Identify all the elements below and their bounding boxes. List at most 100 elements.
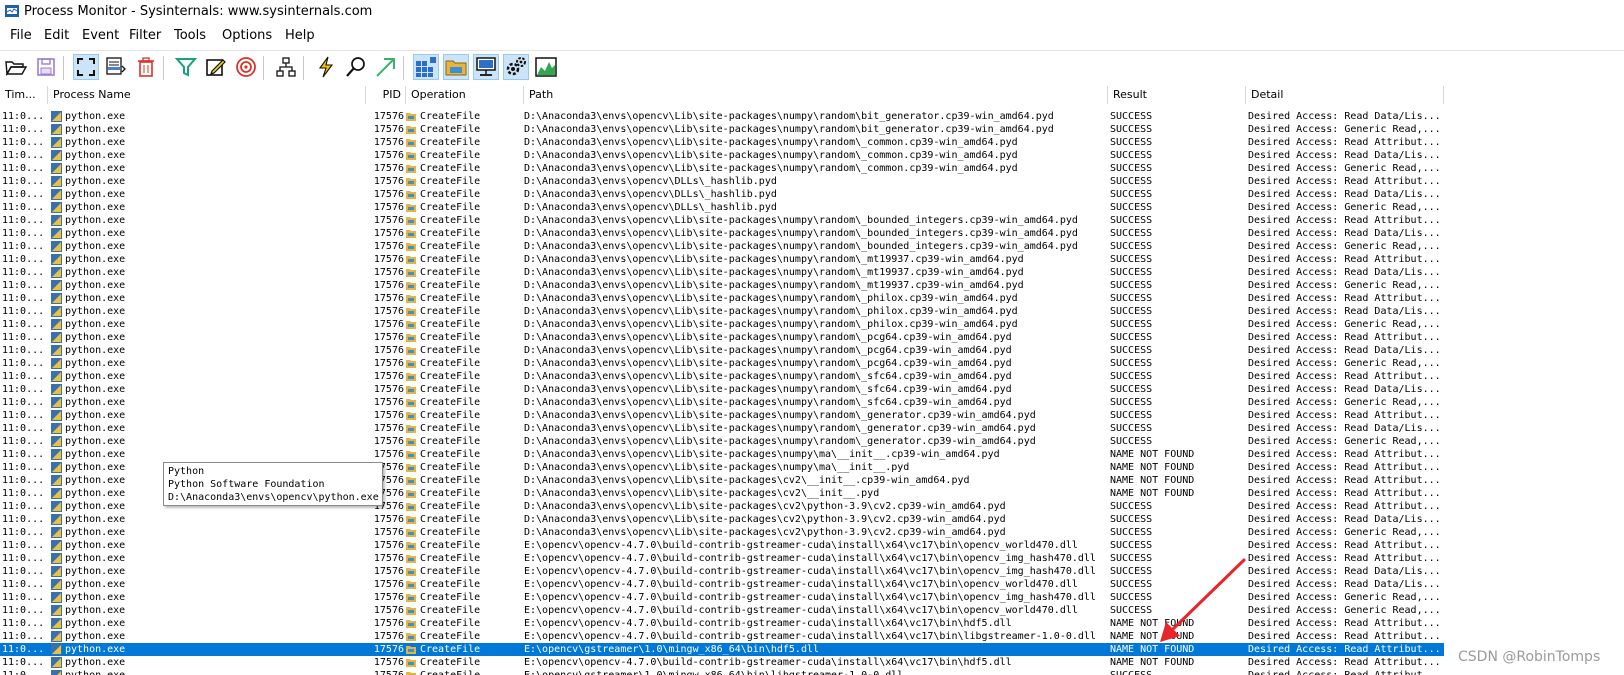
capture-icon[interactable] — [73, 54, 99, 80]
event-row[interactable]: 11:0...python.exe17576CreateFileE:\openc… — [0, 591, 1444, 604]
event-row[interactable]: 11:0... python.exe 17576 CreateFile D:\Anaco… — [0, 292, 1444, 305]
cell-operation: CreateFile — [420, 566, 481, 577]
cell-process-name: python.exe — [65, 124, 126, 135]
event-row[interactable]: 11:0... python.exe 17576 CreateFile D:\Anaco… — [0, 396, 1444, 409]
profiling-events-icon[interactable] — [533, 54, 559, 80]
cell-path: E:\opencv\opencv-4.7.0\build-contrib-gst… — [524, 618, 1012, 629]
cell-result: SUCCESS — [1110, 436, 1153, 447]
event-row[interactable]: 11:0...python.exe17576CreateFileE:\openc… — [0, 604, 1444, 617]
include-process-icon[interactable] — [233, 54, 259, 80]
save-icon[interactable] — [33, 54, 59, 80]
cell-process-name: python.exe — [65, 163, 126, 174]
event-row[interactable]: 11:0...python.exe17576CreateFileE:\openc… — [0, 578, 1444, 591]
event-row[interactable]: 11:0... python.exe 17576 CreateFile D:\Anaco… — [0, 435, 1444, 448]
file-operation-icon — [406, 528, 416, 537]
event-row[interactable]: 11:0... python.exe 17576 CreateFile D:\Anaco… — [0, 448, 1444, 461]
cell-path: D:\Anaconda3\envs\opencv\Lib\site-packag… — [524, 228, 1078, 239]
column-header-detail[interactable]: Detail — [1246, 86, 1444, 104]
event-row[interactable]: 11:0...python.exe17576CreateFileE:\openc… — [0, 565, 1444, 578]
event-row[interactable]: 11:0... python.exe 17576 CreateFile D:\Anaco… — [0, 305, 1444, 318]
event-row[interactable]: 11:0... python.exe 17576 CreateFile D:\Anaco… — [0, 526, 1444, 539]
menu-file[interactable]: File — [10, 28, 32, 43]
event-row[interactable]: 11:0...python.exe17576CreateFileE:\openc… — [0, 669, 1444, 675]
cell-process-name: python.exe — [65, 657, 126, 668]
cell-pid: 17576 — [373, 657, 404, 668]
python-process-icon — [51, 605, 62, 616]
cell-result: SUCCESS — [1110, 254, 1153, 265]
cell-process-name: python.exe — [65, 150, 126, 161]
event-row[interactable]: 11:0... python.exe 17576 CreateFile D:\Anaco… — [0, 136, 1444, 149]
network-activity-icon[interactable] — [473, 54, 499, 80]
menu-tools[interactable]: Tools — [174, 28, 206, 43]
event-row[interactable]: 11:0...python.exe17576CreateFileE:\openc… — [0, 552, 1444, 565]
column-header-process-name[interactable]: Process Name — [48, 86, 366, 104]
registry-activity-icon[interactable] — [413, 54, 439, 80]
event-row[interactable]: 11:0...python.exe17576CreateFileE:\openc… — [0, 656, 1444, 669]
menu-event[interactable]: Event — [82, 28, 119, 43]
python-process-icon — [51, 657, 62, 668]
event-row[interactable]: 11:0... python.exe 17576 CreateFile D:\Anaco… — [0, 331, 1444, 344]
event-row[interactable]: 11:0... python.exe 17576 CreateFile D:\Anaco… — [0, 409, 1444, 422]
event-row[interactable]: 11:0... python.exe 17576 CreateFile D:\Anaco… — [0, 513, 1444, 526]
event-row[interactable]: 11:0... python.exe 17576 CreateFile D:\Anaco… — [0, 370, 1444, 383]
file-operation-icon — [406, 619, 416, 628]
event-row[interactable]: 11:0... python.exe 17576 CreateFile D:\Anaco… — [0, 357, 1444, 370]
file-operation-icon — [406, 463, 416, 472]
event-row[interactable]: 11:0... python.exe 17576 CreateFile D:\Anaco… — [0, 279, 1444, 292]
event-row[interactable]: 11:0... python.exe 17576 CreateFile D:\Anaco… — [0, 110, 1444, 123]
clear-icon[interactable] — [133, 54, 159, 80]
process-thread-activity-icon[interactable] — [503, 54, 529, 80]
cell-path: D:\Anaconda3\envs\opencv\Lib\site-packag… — [524, 436, 1036, 447]
cell-path: D:\Anaconda3\envs\opencv\Lib\site-packag… — [524, 410, 1036, 421]
autoscroll-icon[interactable] — [103, 54, 129, 80]
open-icon[interactable] — [3, 54, 29, 80]
column-header-pid[interactable]: PID — [366, 86, 406, 104]
cell-path: D:\Anaconda3\envs\opencv\Lib\site-packag… — [524, 527, 1006, 538]
event-row[interactable]: 11:0... python.exe 17576 CreateFile D:\Anaco… — [0, 201, 1444, 214]
jump-to-icon[interactable] — [373, 54, 399, 80]
cell-operation: CreateFile — [420, 358, 481, 369]
menu-edit[interactable]: Edit — [44, 28, 69, 43]
menu-options[interactable]: Options — [222, 28, 272, 43]
event-row[interactable]: 11:0... python.exe 17576 CreateFile D:\Anaco… — [0, 175, 1444, 188]
event-row[interactable]: 11:0... python.exe 17576 CreateFile D:\Anaco… — [0, 149, 1444, 162]
event-properties-icon[interactable] — [313, 54, 339, 80]
event-row[interactable]: 11:0...python.exe17576CreateFileE:\openc… — [0, 630, 1444, 643]
column-header-operation[interactable]: Operation — [406, 86, 524, 104]
event-row[interactable]: 11:0...python.exe17576CreateFileE:\openc… — [0, 617, 1444, 630]
column-header-path[interactable]: Path — [524, 86, 1108, 104]
highlight-icon[interactable] — [203, 54, 229, 80]
cell-process-name: python.exe — [65, 618, 126, 629]
event-row[interactable]: 11:0... python.exe 17576 CreateFile D:\Anaco… — [0, 253, 1444, 266]
event-row[interactable]: 11:0... python.exe 17576 CreateFile D:\Anaco… — [0, 123, 1444, 136]
file-operation-icon — [406, 554, 416, 563]
event-row[interactable]: 11:0... python.exe 17576 CreateFile D:\Anaco… — [0, 383, 1444, 396]
event-row[interactable]: 11:0...python.exe17576CreateFileE:\openc… — [0, 539, 1444, 552]
filesystem-activity-icon[interactable] — [443, 54, 469, 80]
cell-path: D:\Anaconda3\envs\opencv\Lib\site-packag… — [524, 306, 1018, 317]
column-header-result[interactable]: Result — [1108, 86, 1246, 104]
column-header-time[interactable]: Tim... — [0, 86, 48, 104]
event-row[interactable]: 11:0... python.exe 17576 CreateFile D:\Anaco… — [0, 422, 1444, 435]
menu-help[interactable]: Help — [285, 28, 315, 43]
event-row[interactable]: 11:0... python.exe 17576 CreateFile D:\Anaco… — [0, 214, 1444, 227]
event-row-selected[interactable]: 11:0... python.exe 17576 CreateFile E:\openc… — [0, 643, 1444, 656]
filter-icon[interactable] — [173, 54, 199, 80]
event-row[interactable]: 11:0... python.exe 17576 CreateFile D:\Anaco… — [0, 266, 1444, 279]
cell-detail: Desired Access: Read Attribut... — [1248, 618, 1441, 629]
cell-path: D:\Anaconda3\envs\opencv\Lib\site-packag… — [524, 488, 880, 499]
find-icon[interactable] — [343, 54, 369, 80]
cell-result: SUCCESS — [1110, 514, 1153, 525]
event-row[interactable]: 11:0... python.exe 17576 CreateFile D:\Anaco… — [0, 318, 1444, 331]
cell-path: D:\Anaconda3\envs\opencv\Lib\site-packag… — [524, 241, 1078, 252]
event-row[interactable]: 11:0... python.exe 17576 CreateFile D:\Anaco… — [0, 188, 1444, 201]
cell-result: SUCCESS — [1110, 553, 1153, 564]
event-row[interactable]: 11:0... python.exe 17576 CreateFile D:\Anaco… — [0, 162, 1444, 175]
menu-filter[interactable]: Filter — [129, 28, 161, 43]
event-row[interactable]: 11:0... python.exe 17576 CreateFile D:\Anaco… — [0, 227, 1444, 240]
process-tree-icon[interactable] — [273, 54, 299, 80]
event-row[interactable]: 11:0... python.exe 17576 CreateFile D:\Anaco… — [0, 344, 1444, 357]
event-row[interactable]: 11:0... python.exe 17576 CreateFile D:\Anaco… — [0, 240, 1444, 253]
cell-result: SUCCESS — [1110, 111, 1153, 122]
python-process-icon — [51, 228, 62, 239]
